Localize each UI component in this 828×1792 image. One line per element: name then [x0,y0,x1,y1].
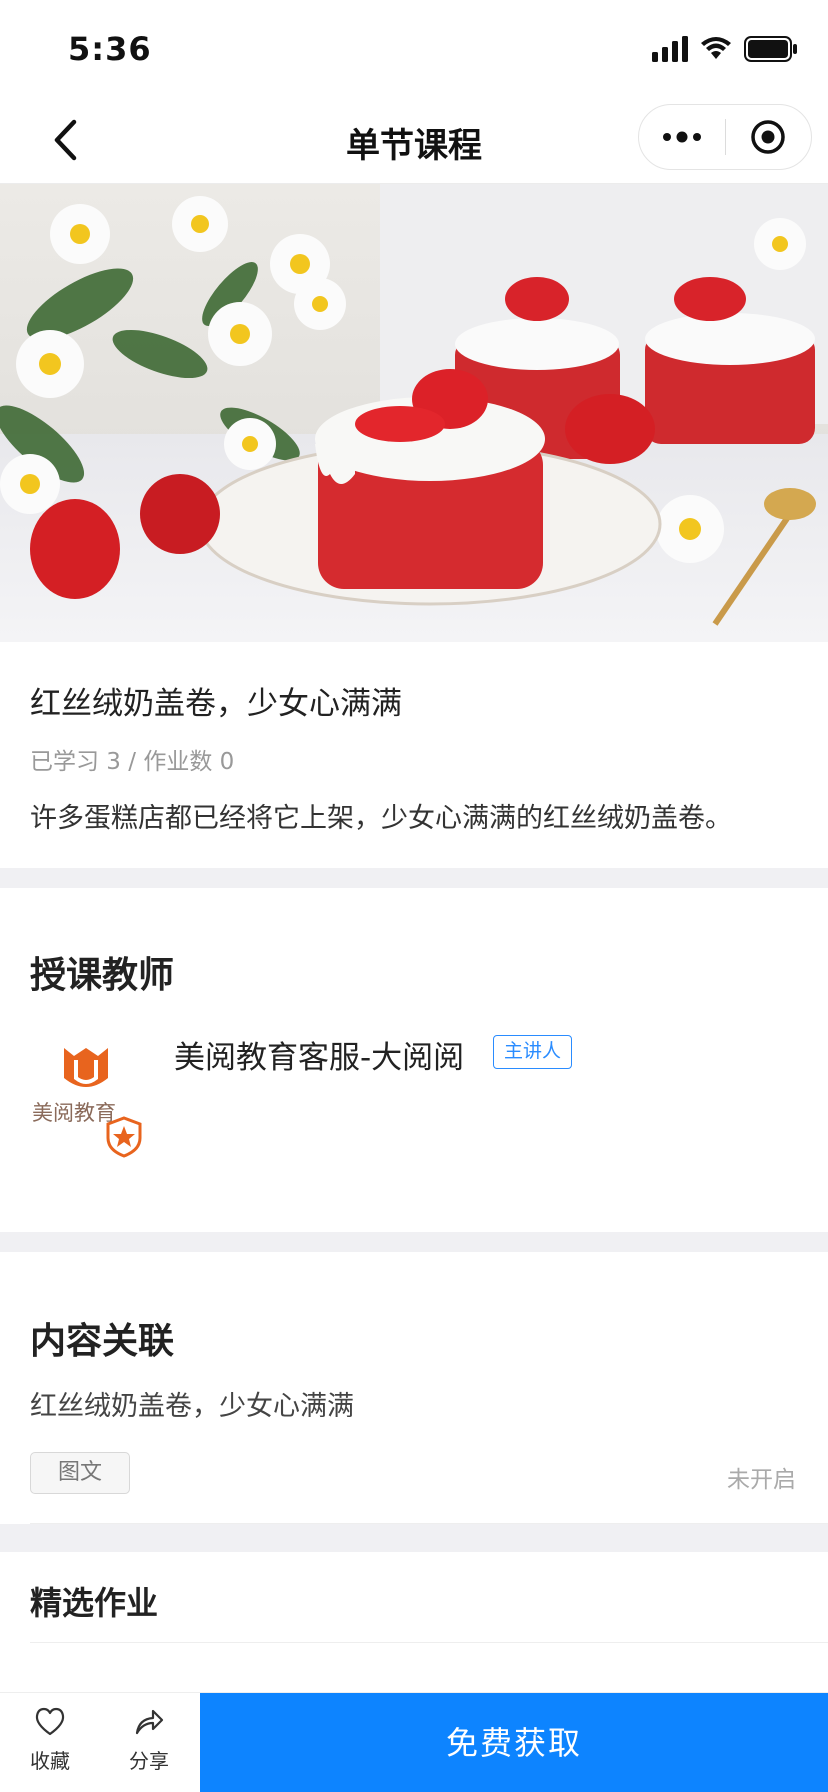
status-bar: 5:36 [0,0,828,96]
course-cover-image [0,184,828,642]
teacher-avatar[interactable]: 美阅教育 [30,1038,154,1162]
share-button[interactable]: 分享 [104,1707,194,1774]
status-icons [652,36,798,62]
teacher-section: 授课教师 美阅教育 美阅教育客服-大阅阅 主讲人 [0,888,828,1232]
more-button[interactable] [639,104,725,170]
wifi-icon [701,37,731,59]
course-description: 许多蛋糕店都已经将它上架，少女心满满的红丝绒奶盖卷。 [30,803,732,834]
section-divider [0,868,828,888]
teacher-section-title: 授课教师 [30,955,175,996]
related-section-title: 内容关联 [30,1321,175,1362]
content-type-tag: 图文 [30,1452,130,1494]
related-content-section: 内容关联 红丝绒奶盖卷，少女心满满 图文 未开启 [0,1252,828,1524]
related-item-title[interactable]: 红丝绒奶盖卷，少女心满满 [30,1384,354,1423]
homework-section-title: 精选作业 [30,1584,159,1622]
lecturer-badge: 主讲人 [493,1035,573,1069]
related-item-status: 未开启 [727,1467,796,1493]
bottom-action-bar: 收藏 分享 免费获取 [0,1692,828,1792]
heart-icon [35,1707,65,1736]
close-mini-program-button[interactable] [726,104,812,170]
target-circle-icon [751,120,785,154]
course-stats: 已学习 3 / 作业数 0 [30,749,235,775]
battery-icon [744,36,797,62]
get-free-button[interactable]: 免费获取 [200,1693,828,1792]
mini-program-capsule [638,104,812,170]
share-icon [135,1709,164,1735]
logo-text: 美阅教育 [32,1101,116,1125]
nav-bar: 单节课程 [0,96,828,184]
favorite-button[interactable]: 收藏 [5,1707,95,1774]
course-title: 红丝绒奶盖卷，少女心满满 [30,686,402,722]
share-label: 分享 [129,1749,169,1773]
course-info: 红丝绒奶盖卷，少女心满满 已学习 3 / 作业数 0 许多蛋糕店都已经将它上架，… [0,642,828,868]
more-dots-icon [662,131,701,143]
section-divider [0,1524,828,1552]
status-time: 5:36 [68,30,152,68]
divider-line [30,1642,828,1643]
signal-icon [652,36,688,62]
section-divider [0,1232,828,1252]
homework-section: 精选作业 [0,1552,828,1692]
teacher-name[interactable]: 美阅教育客服-大阅阅 [174,1032,464,1077]
favorite-label: 收藏 [30,1749,70,1773]
